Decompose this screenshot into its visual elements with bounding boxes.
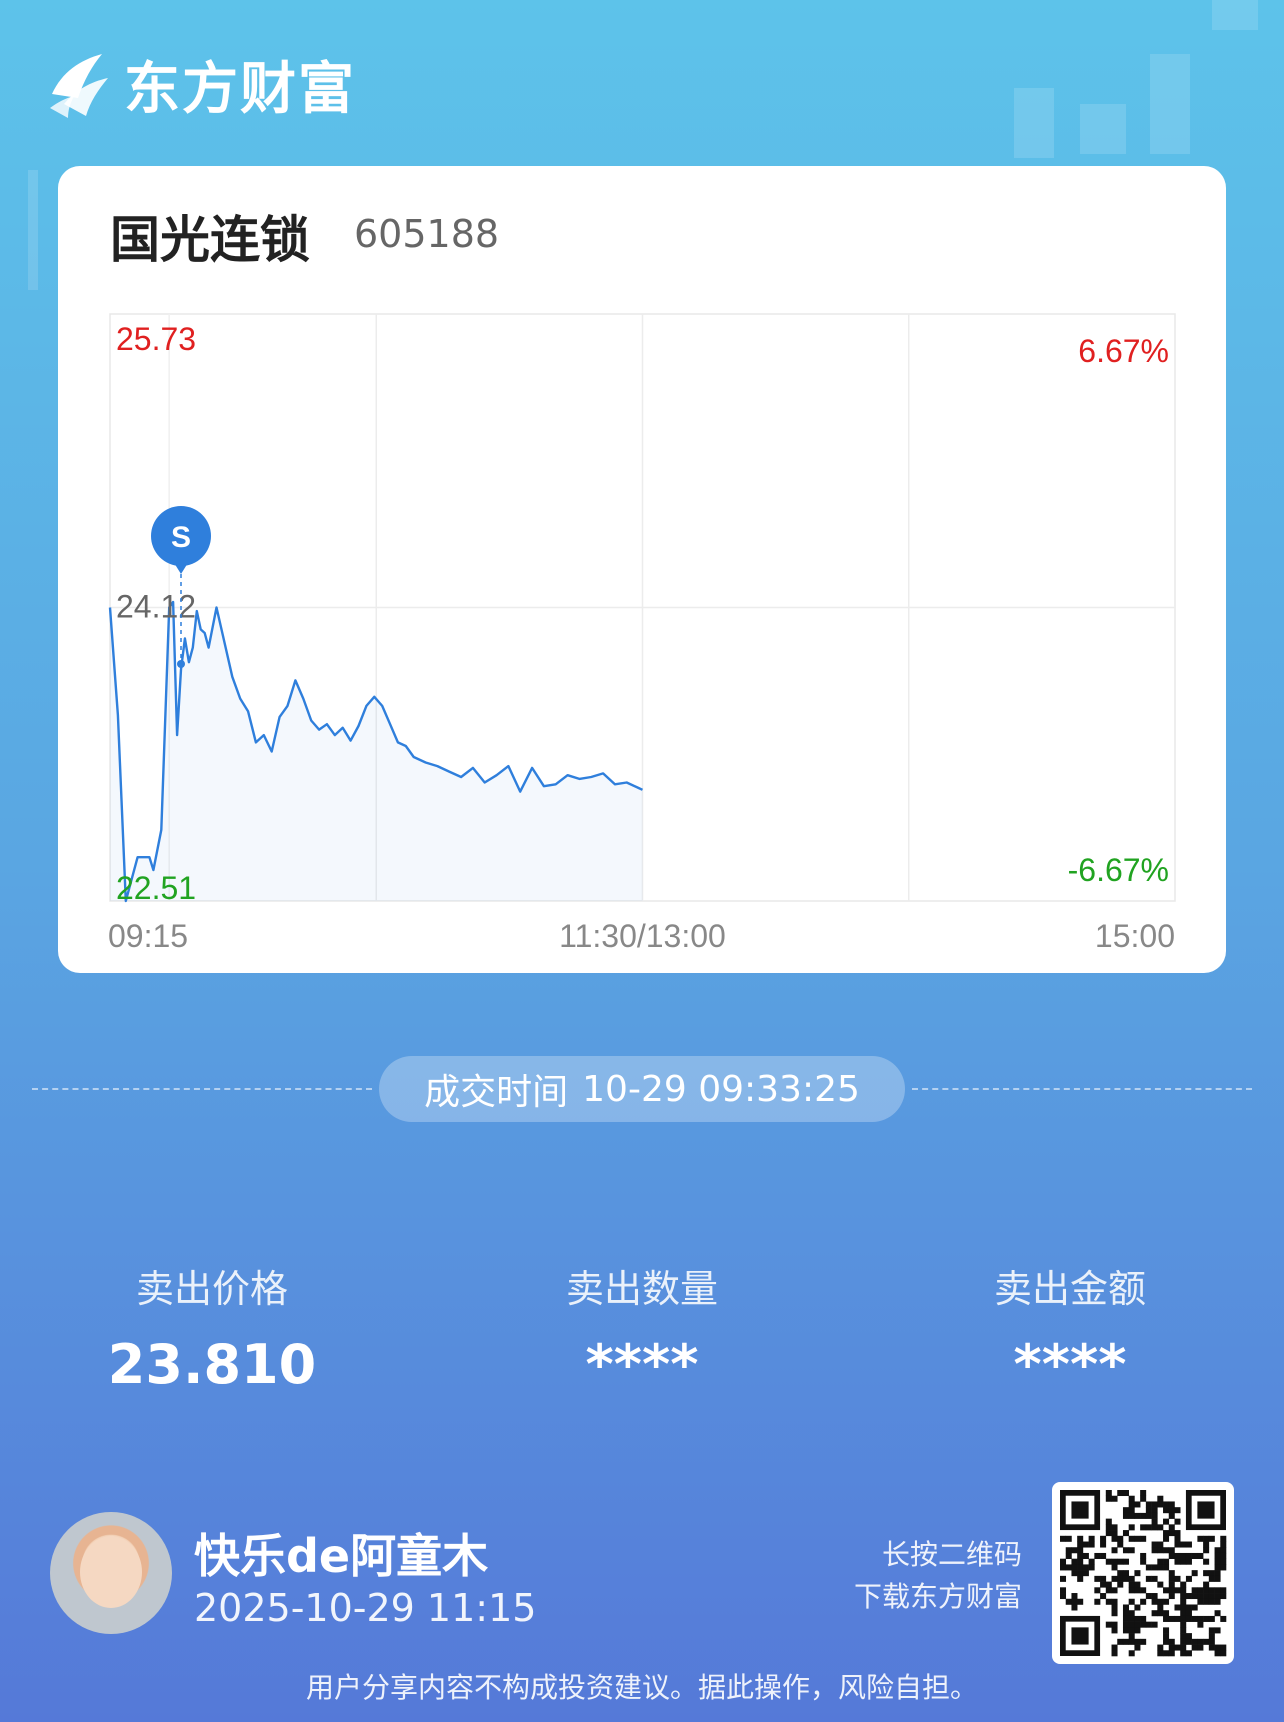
eastmoney-logo-icon (50, 53, 108, 118)
stat-value: **** (1013, 1333, 1127, 1396)
brand-logo: 东方财富 (48, 44, 356, 125)
stat-label: 卖出价格 (135, 1267, 288, 1311)
disclaimer: 用户分享内容不构成投资建议。据此操作，风险自担。 (305, 1671, 978, 1704)
x-tick-label: 15:00 (1095, 918, 1175, 954)
qr-tip: 长按二维码 下载东方财富 (854, 1534, 1022, 1618)
y-axis-low-label: 22.51 (116, 870, 196, 906)
trade-time-row: 成交时间 10-29 09:33:25 (0, 1054, 1284, 1124)
sell-marker-label: S (171, 521, 191, 554)
trade-time-badge: 成交时间 10-29 09:33:25 (379, 1056, 905, 1122)
stat-value: 23.810 (107, 1333, 317, 1396)
avatar-face (80, 1536, 142, 1608)
x-tick-label: 11:30/13:00 (559, 918, 726, 954)
stat-value: **** (585, 1333, 699, 1396)
background-candle-decoration (28, 170, 38, 290)
qr-tip-line2: 下载东方财富 (853, 1580, 1022, 1613)
sell-amount-stat: 卖出金额 **** (920, 1258, 1220, 1396)
user-name: 快乐de阿童木 (194, 1529, 489, 1583)
stat-label: 卖出数量 (565, 1267, 718, 1311)
user-avatar-icon[interactable] (50, 1512, 172, 1634)
background-candle-decoration (1080, 104, 1126, 154)
trade-time-value: 10-29 09:33:25 (582, 1068, 860, 1110)
qr-tip-line1: 长按二维码 (881, 1538, 1022, 1571)
divider-left (32, 1088, 372, 1090)
sell-price-stat: 卖出价格 23.810 (62, 1258, 362, 1396)
brand-name: 东方财富 (124, 57, 356, 122)
background-candle-decoration (1212, 0, 1258, 30)
background-candle-decoration (1150, 54, 1190, 154)
pct-low-label: -6.67% (1068, 852, 1169, 888)
y-axis-reference-label: 24.12 (116, 589, 196, 625)
trade-time-label: 成交时间 (424, 1072, 569, 1113)
pct-high-label: 6.67% (1078, 333, 1169, 369)
stat-label: 卖出金额 (993, 1267, 1146, 1311)
x-tick-label: 09:15 (108, 918, 188, 954)
sell-marker-point (177, 660, 185, 669)
qr-code-icon[interactable] (1052, 1482, 1234, 1664)
y-axis-high-label: 25.73 (116, 321, 196, 357)
share-time: 2025-10-29 11:15 (194, 1586, 537, 1630)
qr-code-pattern (1060, 1490, 1227, 1657)
sell-quantity-stat: 卖出数量 **** (492, 1258, 792, 1396)
intraday-chart: 25.73 24.12 22.51 6.67% -6.67% 09:15 11:30/13:… (108, 313, 1176, 954)
stock-card: 国光连锁 605188 25.73 24.12 22.51 6.67% -6.67% 09… (58, 166, 1226, 973)
divider-right (912, 1088, 1252, 1090)
background-candle-decoration (1014, 88, 1054, 158)
